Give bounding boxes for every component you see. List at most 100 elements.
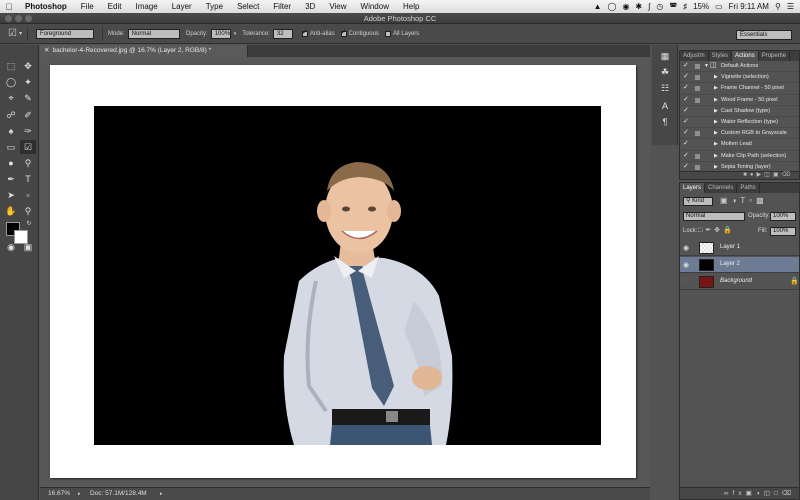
action-item[interactable]: ✓ ▶ Cast Shadow (type): [680, 106, 799, 117]
clock[interactable]: Fri 9:11 AM: [729, 2, 769, 11]
tab-layers[interactable]: Layers: [680, 183, 706, 193]
expand-triangle-icon[interactable]: ▶: [714, 72, 718, 82]
brush-panel-icon[interactable]: ☘: [657, 65, 673, 79]
paint-bucket-tool-icon[interactable]: ☑: [8, 28, 17, 39]
eraser-tool-icon[interactable]: ▭: [3, 140, 19, 154]
status-expand-icon[interactable]: ▸: [160, 488, 163, 500]
fill-source-select[interactable]: Foreground: [35, 28, 94, 39]
fill-field[interactable]: 100%: [770, 227, 796, 236]
healing-brush-tool-icon[interactable]: ☍: [3, 108, 19, 122]
expand-triangle-icon[interactable]: ▶: [714, 151, 718, 161]
menu-layer[interactable]: Layer: [165, 2, 199, 11]
new-action-icon[interactable]: ▣: [773, 172, 782, 178]
toggle-check-icon[interactable]: ✓: [683, 128, 689, 138]
move-tool-icon[interactable]: ✥: [20, 59, 36, 73]
expand-triangle-icon[interactable]: ▶: [714, 139, 718, 149]
filter-icons[interactable]: ▣◑T▫▩: [720, 196, 768, 205]
close-tab-icon[interactable]: ✕: [44, 47, 49, 54]
screen-mode-icon[interactable]: ▣: [20, 240, 36, 254]
toggle-check-icon[interactable]: ✓: [683, 61, 689, 71]
action-item[interactable]: ✓ ▶ Custom RGB to Grayscale: [680, 128, 799, 140]
workspace-select[interactable]: Essentials: [736, 30, 792, 40]
brush-tool-icon[interactable]: ✐: [20, 108, 36, 122]
bluetooth-icon[interactable]: ∫: [648, 2, 650, 11]
action-item[interactable]: ✓ ▶ Make Clip Path (selection): [680, 151, 799, 162]
dialog-toggle-icon[interactable]: [695, 64, 700, 69]
tab-adjustments[interactable]: Adjustm: [680, 51, 709, 61]
action-item[interactable]: ✓ ▶ Water Reflection (type): [680, 117, 799, 129]
menu-select[interactable]: Select: [230, 2, 266, 11]
photo-layer[interactable]: [94, 106, 601, 445]
visibility-eye-icon[interactable]: ◉: [683, 261, 689, 269]
pen-tool-icon[interactable]: ✒: [3, 172, 19, 186]
filter-kind-select[interactable]: ⚲ Kind: [683, 197, 713, 206]
clone-stamp-tool-icon[interactable]: ♠: [3, 124, 19, 138]
menu-window[interactable]: Window: [354, 2, 396, 11]
dialog-toggle-icon[interactable]: [695, 97, 700, 103]
battery-icon[interactable]: ▭: [715, 2, 723, 11]
history-panel-icon[interactable]: ▦: [657, 49, 673, 63]
menu-help[interactable]: Help: [396, 2, 426, 11]
contiguous-checkbox[interactable]: [340, 28, 347, 37]
menu-file[interactable]: File: [74, 2, 101, 11]
new-group-icon[interactable]: ◫: [764, 490, 774, 497]
status-icon-d[interactable]: ✱: [635, 2, 642, 11]
shape-tool-icon[interactable]: ▫: [20, 188, 36, 202]
action-item[interactable]: ✓ ▶ Molten Lead: [680, 139, 799, 151]
blend-mode-select[interactable]: Normal: [683, 212, 745, 221]
document-canvas[interactable]: [50, 65, 636, 478]
wifi-icon[interactable]: ◚: [669, 2, 677, 11]
layer-style-icon[interactable]: fx: [733, 490, 746, 497]
delete-icon[interactable]: ⌫: [782, 172, 793, 178]
action-item[interactable]: ✓ ▶ Vignette (selection): [680, 72, 799, 84]
add-mask-icon[interactable]: ▣: [746, 490, 756, 497]
volume-icon[interactable]: ♯: [683, 2, 687, 11]
dialog-toggle-icon[interactable]: [695, 164, 700, 170]
visibility-eye-icon[interactable]: ◉: [683, 244, 689, 252]
marquee-tool-icon[interactable]: ⬚: [3, 59, 19, 73]
eyedropper-tool-icon[interactable]: ✎: [20, 91, 36, 105]
battery-percent[interactable]: 15%: [693, 2, 709, 11]
new-set-icon[interactable]: ◫: [764, 172, 773, 178]
link-layers-icon[interactable]: ∞: [724, 490, 733, 497]
spotlight-icon[interactable]: ⚲: [775, 2, 781, 11]
tab-channels[interactable]: Channels: [705, 183, 738, 193]
status-menu-icon[interactable]: ▸: [78, 488, 81, 500]
toggle-check-icon[interactable]: ✓: [683, 106, 689, 116]
minimize-window-icon[interactable]: [15, 15, 22, 22]
hand-tool-icon[interactable]: ✋: [3, 204, 19, 218]
lasso-tool-icon[interactable]: ◯: [3, 75, 19, 89]
toggle-check-icon[interactable]: ✓: [683, 72, 689, 82]
menu-image[interactable]: Image: [128, 2, 164, 11]
status-icon-c[interactable]: ◉: [622, 2, 629, 11]
layer-row[interactable]: □ Background 🔒: [680, 274, 799, 290]
delete-layer-icon[interactable]: ⌫: [782, 490, 795, 497]
visibility-toggle-icon[interactable]: □: [683, 278, 687, 285]
dialog-toggle-icon[interactable]: [695, 131, 700, 137]
layer-opacity-field[interactable]: 100%: [770, 212, 796, 221]
status-icon-a[interactable]: ▲: [594, 2, 602, 11]
stop-icon[interactable]: ■: [743, 172, 750, 178]
menu-3d[interactable]: 3D: [298, 2, 322, 11]
character-panel-icon[interactable]: A: [657, 99, 673, 113]
menu-edit[interactable]: Edit: [101, 2, 129, 11]
mode-select[interactable]: Normal: [127, 28, 180, 39]
time-machine-icon[interactable]: ◷: [656, 2, 663, 11]
expand-triangle-icon[interactable]: ▶: [714, 106, 718, 116]
toggle-check-icon[interactable]: ✓: [683, 83, 689, 93]
action-set[interactable]: ✓ ▼ ◫ Default Actions: [680, 61, 799, 73]
type-tool-icon[interactable]: T: [20, 172, 36, 186]
expand-triangle-icon[interactable]: ▼: [704, 61, 709, 71]
toggle-check-icon[interactable]: ✓: [683, 139, 689, 149]
dialog-toggle-icon[interactable]: [695, 153, 700, 159]
close-window-icon[interactable]: [5, 15, 12, 22]
dialog-toggle-icon[interactable]: [695, 86, 700, 92]
blur-tool-icon[interactable]: ●: [3, 156, 19, 170]
tab-paths[interactable]: Paths: [737, 183, 760, 193]
opacity-field[interactable]: 100%: [210, 28, 231, 39]
canvas-area[interactable]: [40, 57, 650, 487]
new-layer-icon[interactable]: □: [774, 490, 782, 497]
layer-row-selected[interactable]: ◉ Layer 2: [680, 257, 799, 273]
tab-properties[interactable]: Propertie: [759, 51, 791, 61]
path-selection-tool-icon[interactable]: ➤: [3, 188, 19, 202]
